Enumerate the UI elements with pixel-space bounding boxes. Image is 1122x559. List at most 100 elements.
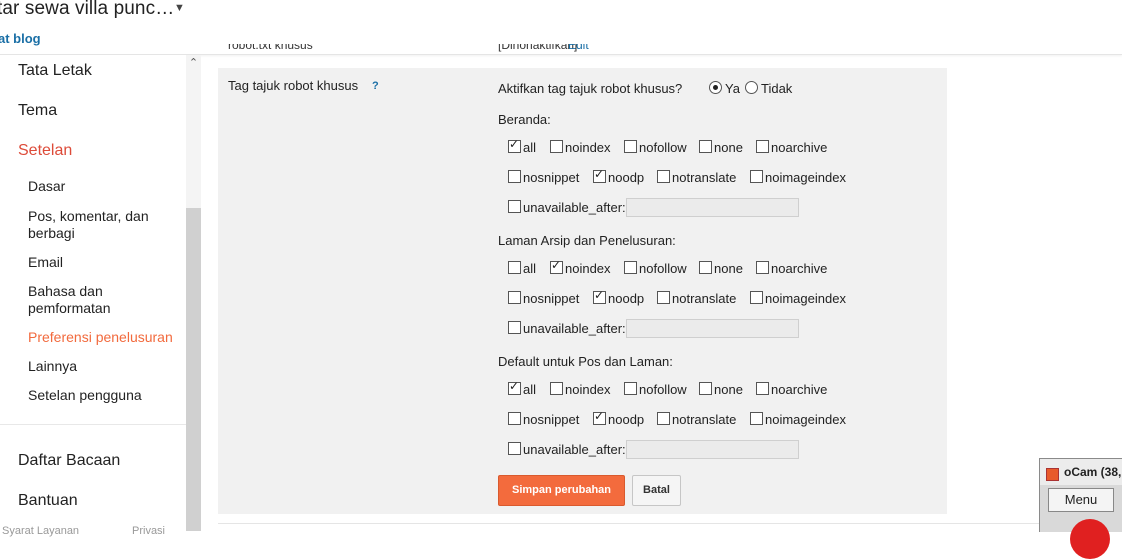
checkbox-nofollow[interactable] bbox=[624, 261, 637, 274]
sidebar-subitem-pos-komentar[interactable]: Pos, komentar, dan berbagi bbox=[28, 208, 180, 242]
checkbox-label-nofollow: nofollow bbox=[639, 382, 687, 397]
cancel-button[interactable]: Batal bbox=[632, 475, 681, 506]
checkbox-all[interactable] bbox=[508, 261, 521, 274]
enable-question: Aktifkan tag tajuk robot khusus? bbox=[498, 81, 683, 96]
sidebar-scroll-thumb[interactable] bbox=[186, 208, 201, 531]
sidebar-item-tata-letak[interactable]: Tata Letak bbox=[18, 62, 92, 80]
checkbox-noimageindex[interactable] bbox=[750, 170, 763, 183]
checkbox-label-noimageindex: noimageindex bbox=[765, 170, 846, 185]
sidebar-subitem-email[interactable]: Email bbox=[28, 254, 180, 271]
checkbox-label-noarchive: noarchive bbox=[771, 140, 828, 155]
unavailable-after-input[interactable] bbox=[626, 319, 799, 338]
checkbox-label-noodp: noodp bbox=[608, 291, 645, 306]
sidebar-subitem-preferensi-penelusuran[interactable]: Preferensi penelusuran bbox=[28, 329, 180, 346]
checkbox-label-noindex: noindex bbox=[565, 261, 611, 276]
sidebar-subitem-dasar[interactable]: Dasar bbox=[28, 178, 180, 195]
checkbox-noindex[interactable] bbox=[550, 258, 563, 274]
checkbox-label-nosnippet: nosnippet bbox=[523, 412, 580, 427]
checkbox-label-nofollow: nofollow bbox=[639, 261, 687, 276]
radio-no-label: Tidak bbox=[761, 81, 793, 96]
sidebar-subitem-bahasa[interactable]: Bahasa dan pemformatan bbox=[28, 283, 180, 317]
checkbox-label-noimageindex: noimageindex bbox=[765, 412, 846, 427]
ocam-title: oCam (38, bbox=[1064, 465, 1122, 479]
checkbox-nofollow[interactable] bbox=[624, 140, 637, 153]
ocam-app-icon bbox=[1046, 468, 1059, 481]
sidebar-subitem-lainnya[interactable]: Lainnya bbox=[28, 358, 180, 375]
checkbox-notranslate[interactable] bbox=[657, 291, 670, 304]
sidebar-item-bantuan[interactable]: Bantuan bbox=[18, 492, 78, 510]
radio-yes[interactable] bbox=[709, 81, 722, 94]
checkbox-label-noodp: noodp bbox=[608, 412, 645, 427]
caret-down-icon[interactable]: ▼ bbox=[174, 2, 185, 14]
checkbox-unavailableafter[interactable] bbox=[508, 321, 521, 334]
ocam-titlebar[interactable]: oCam (38, bbox=[1040, 459, 1122, 485]
checkbox-none[interactable] bbox=[699, 382, 712, 395]
checkbox-label-notranslate: notranslate bbox=[672, 412, 737, 427]
ocam-window[interactable]: oCam (38, Menu bbox=[1039, 458, 1122, 559]
unavailable-after-input[interactable] bbox=[626, 198, 799, 217]
section-title-arsip: Laman Arsip dan Penelusuran: bbox=[498, 233, 676, 248]
robots-txt-edit-link[interactable]: Edit bbox=[568, 44, 589, 52]
blog-title-selector[interactable]: tar sewa villa punc… bbox=[0, 0, 174, 20]
checkbox-none[interactable] bbox=[699, 140, 712, 153]
section-title-beranda: Beranda: bbox=[498, 112, 551, 127]
checkbox-label-unavailableafter: unavailable_after: bbox=[523, 321, 626, 336]
unavailable-after-input[interactable] bbox=[626, 440, 799, 459]
checkbox-all[interactable] bbox=[508, 137, 521, 153]
checkbox-label-unavailableafter: unavailable_after: bbox=[523, 200, 626, 215]
checkbox-label-nofollow: nofollow bbox=[639, 140, 687, 155]
view-blog-link[interactable]: at blog bbox=[0, 31, 41, 46]
checkbox-label-noindex: noindex bbox=[565, 140, 611, 155]
robots-txt-label: robot.txt khusus bbox=[228, 44, 313, 52]
checkbox-unavailableafter[interactable] bbox=[508, 200, 521, 213]
checkbox-unavailableafter[interactable] bbox=[508, 442, 521, 455]
checkbox-label-notranslate: notranslate bbox=[672, 291, 737, 306]
checkbox-label-noimageindex: noimageindex bbox=[765, 291, 846, 306]
checkbox-noarchive[interactable] bbox=[756, 140, 769, 153]
checkbox-noindex[interactable] bbox=[550, 140, 563, 153]
checkbox-notranslate[interactable] bbox=[657, 412, 670, 425]
checkbox-nosnippet[interactable] bbox=[508, 291, 521, 304]
sidebar-item-setelan[interactable]: Setelan bbox=[18, 142, 72, 160]
checkbox-noodp[interactable] bbox=[593, 409, 606, 425]
setting-label: Tag tajuk robot khusus bbox=[228, 78, 359, 93]
scroll-up-arrow-icon[interactable]: ⌃ bbox=[187, 56, 200, 70]
checkbox-noodp[interactable] bbox=[593, 288, 606, 304]
checkbox-label-noindex: noindex bbox=[565, 382, 611, 397]
robots-txt-row: robot.txt khusus [Dinonaktifkan] Edit bbox=[218, 44, 947, 58]
radio-no[interactable] bbox=[745, 81, 758, 94]
record-icon[interactable] bbox=[1070, 519, 1110, 559]
checkbox-noodp[interactable] bbox=[593, 167, 606, 183]
checkbox-notranslate[interactable] bbox=[657, 170, 670, 183]
checkbox-label-noarchive: noarchive bbox=[771, 382, 828, 397]
help-icon[interactable]: ? bbox=[372, 80, 379, 92]
checkbox-noarchive[interactable] bbox=[756, 261, 769, 274]
checkbox-label-nosnippet: nosnippet bbox=[523, 170, 580, 185]
checkbox-label-unavailableafter: unavailable_after: bbox=[523, 442, 626, 457]
checkbox-noarchive[interactable] bbox=[756, 382, 769, 395]
checkbox-noimageindex[interactable] bbox=[750, 412, 763, 425]
sidebar-item-tema[interactable]: Tema bbox=[18, 102, 57, 120]
sidebar-subitem-setelan-pengguna[interactable]: Setelan pengguna bbox=[28, 387, 180, 404]
checkbox-label-all: all bbox=[523, 261, 537, 276]
checkbox-label-noodp: noodp bbox=[608, 170, 645, 185]
checkbox-nofollow[interactable] bbox=[624, 382, 637, 395]
ocam-menu-button[interactable]: Menu bbox=[1048, 488, 1114, 512]
checkbox-label-none: none bbox=[714, 261, 743, 276]
checkbox-none[interactable] bbox=[699, 261, 712, 274]
sidebar-divider bbox=[0, 424, 186, 425]
sidebar-item-daftar-bacaan[interactable]: Daftar Bacaan bbox=[18, 452, 120, 470]
radio-yes-label: Ya bbox=[725, 81, 740, 96]
checkbox-nosnippet[interactable] bbox=[508, 170, 521, 183]
checkbox-noimageindex[interactable] bbox=[750, 291, 763, 304]
checkbox-noindex[interactable] bbox=[550, 382, 563, 395]
checkbox-all[interactable] bbox=[508, 379, 521, 395]
footer-privacy-link[interactable]: Privasi bbox=[132, 525, 165, 537]
checkbox-label-all: all bbox=[523, 382, 537, 397]
checkbox-label-all: all bbox=[523, 140, 537, 155]
footer-terms-link[interactable]: Syarat Layanan bbox=[2, 525, 79, 537]
robots-txt-value: [Dinonaktifkan] bbox=[498, 44, 578, 52]
checkbox-nosnippet[interactable] bbox=[508, 412, 521, 425]
save-changes-button[interactable]: Simpan perubahan bbox=[498, 475, 625, 506]
section-title-default: Default untuk Pos dan Laman: bbox=[498, 354, 673, 369]
